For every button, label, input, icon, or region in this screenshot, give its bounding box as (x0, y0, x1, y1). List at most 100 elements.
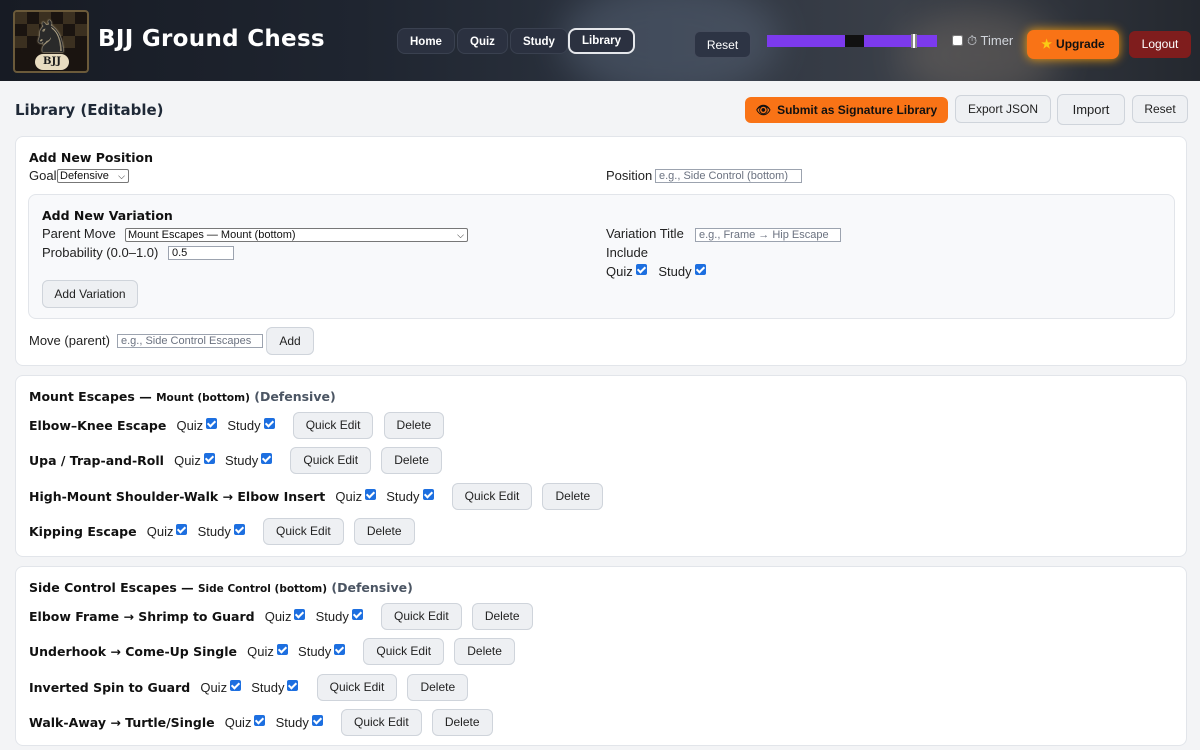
include-label: Include (606, 245, 648, 260)
quick-edit-button[interactable]: Quick Edit (292, 412, 374, 439)
delete-button[interactable]: Delete (383, 412, 445, 439)
timer-label: ⏱ Timer (967, 33, 1014, 48)
delete-button[interactable]: Delete (542, 483, 604, 510)
quick-edit-button[interactable]: Quick Edit (316, 674, 398, 701)
variation-title: Upa / Trap-and-Roll (29, 453, 164, 468)
quiz-checkbox[interactable] (294, 609, 306, 620)
quiz-checkbox[interactable] (254, 715, 266, 726)
study-toggle[interactable]: Study (298, 644, 346, 659)
include-quiz-checkbox[interactable] (635, 264, 647, 275)
chevron-down-icon: ⌵ (118, 171, 125, 181)
upgrade-button[interactable]: ★ Upgrade (1027, 30, 1119, 59)
export-json-button[interactable]: Export JSON (955, 95, 1051, 123)
parent-move-label: Parent Move (42, 226, 116, 241)
nav-quiz[interactable]: Quiz (457, 28, 508, 54)
variation-title: Kipping Escape (29, 524, 137, 539)
logout-button[interactable]: Logout (1129, 31, 1191, 58)
nav-home[interactable]: Home (397, 28, 455, 54)
reset-library-button[interactable]: Reset (1132, 95, 1188, 123)
quick-edit-button[interactable]: Quick Edit (363, 638, 445, 665)
variation-row: Upa / Trap-and-Roll Quiz Study Quick Edi… (29, 447, 442, 475)
star-icon: ★ (1041, 37, 1053, 51)
group-title: Side Control Escapes — Side Control (bot… (29, 580, 413, 595)
include-study-checkbox[interactable] (694, 264, 706, 275)
group-name: Mount Escapes — (29, 389, 152, 404)
study-checkbox[interactable] (287, 680, 299, 691)
study-checkbox[interactable] (261, 453, 273, 464)
top-bar: ♞ BJJ BJJ Ground Chess Home Quiz Study L… (0, 0, 1200, 81)
delete-button[interactable]: Delete (471, 603, 533, 630)
study-toggle[interactable]: Study (225, 453, 273, 468)
progress-thumb[interactable] (911, 34, 917, 48)
delete-button[interactable]: Delete (454, 638, 515, 665)
quiz-checkbox[interactable] (230, 680, 242, 691)
delete-button[interactable]: Delete (407, 674, 469, 701)
quiz-toggle[interactable]: Quiz (247, 644, 288, 659)
add-move-button[interactable]: Add (266, 327, 314, 355)
quiz-checkbox[interactable] (276, 644, 288, 655)
add-variation-panel: Add New Variation Parent Move Mount Esca… (28, 194, 1175, 319)
quick-edit-button[interactable]: Quick Edit (340, 709, 422, 736)
parent-move-select[interactable]: Mount Escapes — Mount (bottom) ⌵ (125, 228, 468, 242)
nav-library[interactable]: Library (568, 28, 635, 54)
study-toggle[interactable]: Study (276, 715, 323, 730)
probability-input[interactable]: 0.5 (168, 246, 234, 260)
quick-edit-button[interactable]: Quick Edit (451, 483, 533, 510)
quick-edit-button[interactable]: Quick Edit (263, 518, 344, 545)
goal-select[interactable]: Defensive ⌵ (57, 169, 129, 183)
study-checkbox[interactable] (334, 644, 346, 655)
add-position-title: Add New Position (29, 150, 153, 165)
variation-title: Elbow Frame → Shrimp to Guard (29, 609, 255, 624)
variation-title: High-Mount Shoulder-Walk → Elbow Insert (29, 489, 326, 504)
study-toggle[interactable]: Study (316, 609, 363, 624)
quiz-checkbox[interactable] (203, 453, 215, 464)
study-checkbox[interactable] (422, 489, 434, 500)
chevron-down-icon: ⌵ (457, 230, 464, 240)
study-checkbox[interactable] (233, 524, 245, 535)
study-toggle[interactable]: Study (227, 418, 275, 433)
quiz-checkbox[interactable] (206, 418, 218, 429)
quiz-toggle[interactable]: Quiz (174, 453, 215, 468)
add-variation-title: Add New Variation (42, 208, 173, 223)
parent-move-value: Mount Escapes — Mount (bottom) (128, 229, 296, 241)
delete-button[interactable]: Delete (431, 709, 493, 736)
study-toggle[interactable]: Study (386, 489, 434, 504)
delete-button[interactable]: Delete (353, 518, 415, 545)
variation-row: Inverted Spin to Guard Quiz Study Quick … (29, 674, 469, 702)
quick-edit-button[interactable]: Quick Edit (290, 447, 372, 474)
logo[interactable]: ♞ BJJ (13, 10, 89, 73)
timer-checkbox[interactable] (952, 35, 963, 46)
progress-bar[interactable] (767, 34, 937, 48)
move-group-card: Mount Escapes — Mount (bottom) (Defensiv… (15, 375, 1187, 557)
variation-row: Walk-Away → Turtle/Single Quiz Study Qui… (29, 709, 493, 737)
quiz-toggle[interactable]: Quiz (176, 418, 218, 433)
add-variation-button[interactable]: Add Variation (42, 280, 138, 308)
position-label: Position (606, 168, 653, 183)
quick-edit-button[interactable]: Quick Edit (380, 603, 462, 630)
study-toggle[interactable]: Study (198, 524, 245, 539)
study-checkbox[interactable] (351, 609, 363, 620)
variation-title: Inverted Spin to Guard (29, 680, 191, 695)
study-toggle[interactable]: Study (251, 680, 299, 695)
quiz-checkbox[interactable] (176, 524, 188, 535)
probability-label: Probability (0.0–1.0) (42, 245, 159, 260)
quiz-checkbox[interactable] (365, 489, 377, 500)
submit-signature-button[interactable]: 👁 Submit as Signature Library (745, 97, 948, 123)
group-position: Side Control (bottom) (198, 583, 328, 595)
study-checkbox[interactable] (263, 418, 275, 429)
reset-button[interactable]: Reset (694, 31, 751, 58)
delete-button[interactable]: Delete (381, 447, 442, 474)
variation-title-input[interactable]: e.g., Frame → Hip Escape (695, 228, 841, 242)
quiz-toggle[interactable]: Quiz (200, 680, 242, 695)
nav-study[interactable]: Study (510, 28, 568, 54)
quiz-toggle[interactable]: Quiz (147, 524, 188, 539)
quiz-toggle[interactable]: Quiz (225, 715, 266, 730)
position-input[interactable]: e.g., Side Control (bottom) (655, 169, 802, 183)
study-checkbox[interactable] (311, 715, 323, 726)
quiz-toggle[interactable]: Quiz (335, 489, 377, 504)
quiz-toggle[interactable]: Quiz (265, 609, 306, 624)
group-goal: (Defensive) (331, 580, 413, 595)
import-button[interactable]: Import (1057, 94, 1125, 125)
move-parent-input[interactable]: e.g., Side Control Escapes (117, 334, 263, 348)
timer-toggle[interactable]: ⏱ Timer (952, 33, 1013, 49)
